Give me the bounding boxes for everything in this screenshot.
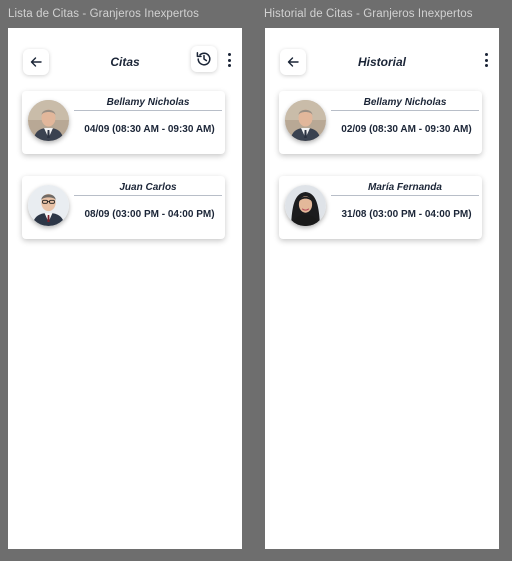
screen-historial: Historial Bellamy Nicholas 02/09 (08:30 … [265,28,499,549]
patient-name: Bellamy Nicholas [331,97,479,111]
patient-name: María Fernanda [331,182,479,196]
patient-name: Juan Carlos [74,182,222,196]
screen-citas: Citas Bellamy Nicholas 04/09 (08:30 AM -… [8,28,242,549]
frame-title-citas: Lista de Citas - Granjeros Inexpertos [8,8,199,20]
page-title: Historial [357,55,406,69]
top-bar: Citas [8,28,242,94]
top-bar: Historial [265,28,499,94]
appointment-time: 04/09 (08:30 AM - 09:30 AM) [84,124,215,135]
patient-name: Bellamy Nicholas [74,97,222,111]
avatar [285,185,326,226]
history-card[interactable]: María Fernanda 31/08 (03:00 PM - 04:00 P… [279,176,482,239]
appointment-time: 08/09 (03:00 PM - 04:00 PM) [84,209,215,220]
history-button[interactable] [191,46,217,72]
avatar [28,100,69,141]
frame-title-historial: Historial de Citas - Granjeros Inexperto… [264,8,473,20]
appointment-card[interactable]: Juan Carlos 08/09 (03:00 PM - 04:00 PM) [22,176,225,239]
appointment-time: 02/09 (08:30 AM - 09:30 AM) [341,124,472,135]
history-icon [196,52,211,66]
avatar [285,100,326,141]
more-vertical-icon[interactable] [224,50,234,70]
more-vertical-icon[interactable] [481,50,491,70]
avatar [28,185,69,226]
appointment-card[interactable]: Bellamy Nicholas 04/09 (08:30 AM - 09:30… [22,91,225,154]
appointment-time: 31/08 (03:00 PM - 04:00 PM) [341,209,472,220]
history-card[interactable]: Bellamy Nicholas 02/09 (08:30 AM - 09:30… [279,91,482,154]
